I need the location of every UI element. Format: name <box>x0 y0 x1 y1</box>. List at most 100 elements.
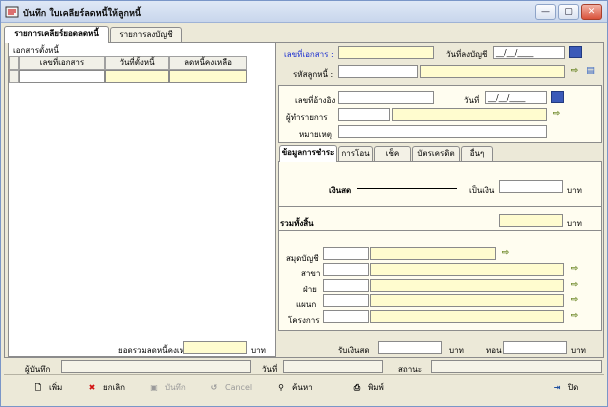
status-field <box>431 360 602 373</box>
main-window: บันทึก ใบเคลียร์ลดหนี้ให้ลูกหนี้ — ▢ ✕ ร… <box>0 0 608 407</box>
change-unit: บาท <box>571 346 586 355</box>
table-cell-debt-date <box>105 70 169 83</box>
save-button-label: บันทึก <box>165 383 186 392</box>
row-selector[interactable] <box>9 70 19 83</box>
column-header-debt-date[interactable]: วันที่ตั้งหนี้ <box>105 56 169 70</box>
search-button-label: ค้นหา <box>292 383 313 392</box>
search-button[interactable]: ⚲ ค้นหา <box>274 378 313 398</box>
calendar-icon[interactable] <box>569 46 582 58</box>
cash-separator-line <box>357 188 457 189</box>
tab-posting-items[interactable]: รายการลงบัญชี <box>110 27 182 43</box>
window-title: บันทึก ใบเคลียร์ลดหนี้ให้ลูกหนี้ <box>23 9 142 19</box>
close-button[interactable]: ⇥ ปิด <box>550 378 579 398</box>
new-document-icon: 🗋 <box>34 383 42 392</box>
account-book-name <box>370 247 496 260</box>
remark-label: หมายเหตุ <box>299 130 332 139</box>
ref-date-label: วันที่ <box>464 96 480 105</box>
grand-total-label: รวมทั้งสิ้น <box>280 219 314 228</box>
project-code[interactable] <box>323 310 369 323</box>
cash-amount-field[interactable] <box>499 180 563 193</box>
cancel-document-label: ยกเลิก <box>103 383 126 392</box>
doc-no-field[interactable] <box>338 46 434 59</box>
branch-name <box>370 263 564 276</box>
save-icon: ▣ <box>150 383 158 392</box>
posting-date-label: วันที่ลงบัญชี <box>446 50 488 59</box>
lookup-maker-icon[interactable]: ⇨ <box>550 108 563 120</box>
table-cell-doc-no[interactable] <box>19 70 105 83</box>
total-remaining-unit: บาท <box>251 346 266 355</box>
app-icon <box>5 6 19 18</box>
save-button[interactable]: ▣ บันทึก <box>147 378 186 398</box>
posting-date-field[interactable]: __/__/____ <box>493 46 565 59</box>
account-book-code[interactable] <box>323 247 369 260</box>
add-button[interactable]: 🗋 เพิ่ม <box>31 378 63 398</box>
change-field <box>503 341 567 354</box>
print-button[interactable]: ⎙ พิมพ์ <box>350 378 384 398</box>
x-icon: ✖ <box>88 383 96 392</box>
tab-credit-card[interactable]: บัตรเครดิต <box>412 146 460 162</box>
tab-other[interactable]: อื่นๆ <box>461 146 493 162</box>
debtor-code-field[interactable] <box>338 65 418 78</box>
lookup-project-icon[interactable]: ⇨ <box>568 310 581 322</box>
ref-calendar-icon[interactable] <box>551 91 564 103</box>
document-list-panel: เอกสารตั้งหนี้ เลขที่เอกสาร วันที่ตั้งหน… <box>8 42 276 357</box>
toolbar-separator <box>4 374 604 375</box>
remark-field[interactable] <box>338 125 547 138</box>
maker-label: ผู้ทำรายการ <box>286 113 328 122</box>
payment-divider <box>279 206 601 207</box>
lookup-division-icon[interactable]: ⇨ <box>568 279 581 291</box>
lookup-department-icon[interactable]: ⇨ <box>568 294 581 306</box>
total-remaining-field <box>183 341 247 354</box>
printer-icon: ⎙ <box>353 383 361 392</box>
ref-date-field[interactable]: __/__/____ <box>485 91 547 104</box>
division-code[interactable] <box>323 279 369 292</box>
project-label: โครงการ <box>288 316 320 325</box>
lookup-book-icon[interactable]: ⇨ <box>499 247 512 259</box>
exit-icon: ⇥ <box>553 383 561 392</box>
department-code[interactable] <box>323 294 369 307</box>
print-button-label: พิมพ์ <box>368 383 384 392</box>
lookup-branch-icon[interactable]: ⇨ <box>568 263 581 275</box>
debtor-info-icon[interactable]: ▤ <box>584 65 597 77</box>
cash-received-label: รับเงินสด <box>338 346 370 355</box>
table-cell-remaining <box>169 70 247 83</box>
cash-received-unit: บาท <box>449 346 464 355</box>
ref-no-field[interactable] <box>338 91 434 104</box>
record-date-field <box>283 360 383 373</box>
column-header-doc-no[interactable]: เลขที่เอกสาร <box>19 56 105 70</box>
tab-payment-info[interactable]: ข้อมูลการชำระ <box>279 145 337 162</box>
maximize-button[interactable]: ▢ <box>558 4 579 20</box>
debtor-code-label: รหัสลูกหนี้ : <box>293 70 334 79</box>
cash-unit: บาท <box>567 186 582 195</box>
doc-no-label: เลขที่เอกสาร : <box>284 50 334 59</box>
ref-no-label: เลขที่อ้างอิง <box>295 96 336 105</box>
tab-cheque[interactable]: เช็ค <box>374 146 411 162</box>
amount-label: เป็นเงิน <box>469 186 495 195</box>
maker-code-field[interactable] <box>338 108 390 121</box>
payment-divider-2 <box>279 230 601 231</box>
grand-total-field <box>499 214 563 227</box>
cash-label: เงินสด <box>329 186 352 195</box>
minimize-button[interactable]: — <box>535 4 556 20</box>
cancel-edit-label: Cancel <box>225 383 253 392</box>
binoculars-icon: ⚲ <box>278 383 284 392</box>
tab-clearing-items[interactable]: รายการเคลียร์ยอดลดหนี้ <box>4 26 109 43</box>
branch-code[interactable] <box>323 263 369 276</box>
close-window-button[interactable]: ✕ <box>581 4 602 20</box>
cancel-edit-button[interactable]: ↺ Cancel <box>207 378 252 398</box>
tab-transfer[interactable]: การโอน <box>338 146 373 162</box>
project-name <box>370 310 564 323</box>
recorder-field <box>61 360 251 373</box>
column-header-remaining[interactable]: ลดหนี้คงเหลือ <box>169 56 247 70</box>
division-name <box>370 279 564 292</box>
debtor-name-field <box>420 65 565 78</box>
add-button-label: เพิ่ม <box>49 383 63 392</box>
cancel-document-button[interactable]: ✖ ยกเลิก <box>85 378 125 398</box>
undo-icon: ↺ <box>210 383 218 392</box>
department-label: แผนก <box>296 300 317 309</box>
lookup-debtor-icon[interactable]: ⇨ <box>568 65 581 77</box>
cash-received-field[interactable] <box>378 341 442 354</box>
close-button-label: ปิด <box>568 383 579 392</box>
department-name <box>370 294 564 307</box>
maker-name-field <box>392 108 547 121</box>
